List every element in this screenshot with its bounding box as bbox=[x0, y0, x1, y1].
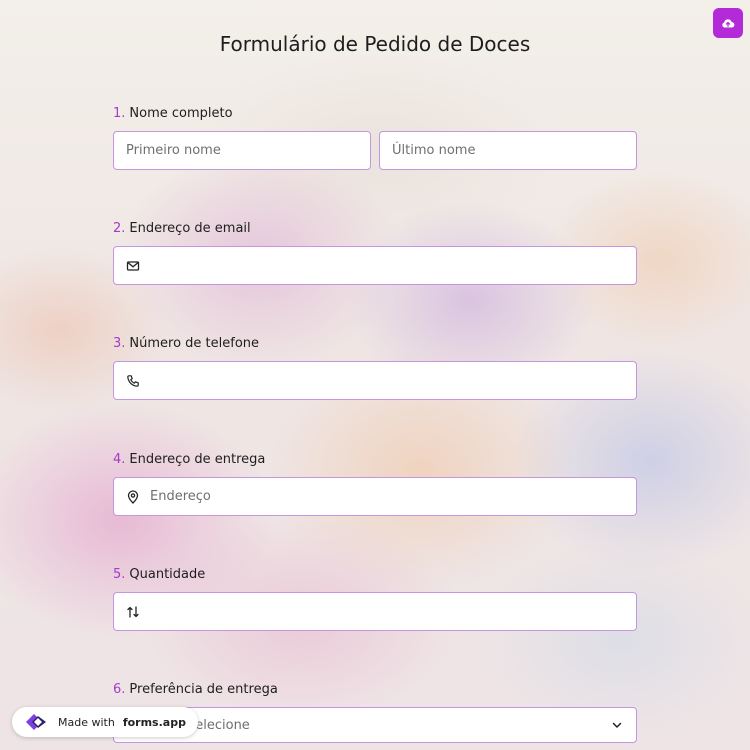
forms-app-logo-icon bbox=[26, 714, 46, 730]
address-input[interactable]: Endereço bbox=[113, 477, 637, 516]
field-label: 5. Quantidade bbox=[113, 566, 637, 584]
badge-brand: forms.app bbox=[122, 715, 186, 729]
field-label-text: Quantidade bbox=[129, 567, 206, 582]
email-input[interactable] bbox=[113, 246, 637, 285]
field-label-text: Número de telefone bbox=[129, 336, 260, 351]
envelope-icon bbox=[126, 259, 140, 273]
last-name-input[interactable]: Último nome bbox=[379, 131, 637, 170]
field-label-text: Endereço de entrega bbox=[129, 452, 266, 467]
field-label: 1. Nome completo bbox=[113, 105, 637, 123]
last-name-placeholder: Último nome bbox=[392, 143, 476, 158]
field-label: 3. Número de telefone bbox=[113, 335, 637, 353]
field-label-text: Endereço de email bbox=[129, 221, 251, 236]
field-label: 2. Endereço de email bbox=[113, 220, 637, 238]
field-number: 3. bbox=[113, 336, 126, 351]
form-title: Formulário de Pedido de Doces bbox=[219, 32, 531, 56]
sort-arrows-icon bbox=[126, 605, 140, 619]
field-label-text: Preferência de entrega bbox=[129, 682, 278, 697]
field-label-text: Nome completo bbox=[129, 106, 233, 121]
made-with-badge[interactable]: Made with forms.app bbox=[12, 707, 198, 737]
field-label: 6. Preferência de entrega bbox=[113, 681, 637, 699]
field-phone: 3. Número de telefone bbox=[113, 335, 637, 400]
field-email: 2. Endereço de email bbox=[113, 220, 637, 285]
location-pin-icon bbox=[126, 489, 140, 504]
cloud-upload-button[interactable] bbox=[713, 8, 743, 38]
field-number: 6. bbox=[113, 682, 126, 697]
select-placeholder: Por favor selecione bbox=[126, 717, 250, 733]
quantity-input[interactable] bbox=[113, 592, 637, 631]
field-quantity: 5. Quantidade bbox=[113, 566, 637, 631]
cloud-upload-icon bbox=[722, 19, 735, 28]
field-full-name: 1. Nome completo Primeiro nome Último no… bbox=[113, 105, 637, 170]
field-number: 4. bbox=[113, 452, 126, 467]
field-delivery-address: 4. Endereço de entrega Endereço bbox=[113, 451, 637, 516]
first-name-input[interactable]: Primeiro nome bbox=[113, 131, 371, 170]
field-number: 5. bbox=[113, 567, 126, 582]
field-number: 2. bbox=[113, 221, 126, 236]
badge-prefix: Made with bbox=[58, 715, 115, 729]
first-name-placeholder: Primeiro nome bbox=[126, 143, 221, 158]
field-number: 1. bbox=[113, 106, 126, 121]
field-label: 4. Endereço de entrega bbox=[113, 451, 637, 469]
phone-icon bbox=[126, 374, 140, 388]
address-placeholder: Endereço bbox=[150, 489, 211, 504]
chevron-down-icon bbox=[610, 718, 624, 732]
phone-input[interactable] bbox=[113, 361, 637, 400]
